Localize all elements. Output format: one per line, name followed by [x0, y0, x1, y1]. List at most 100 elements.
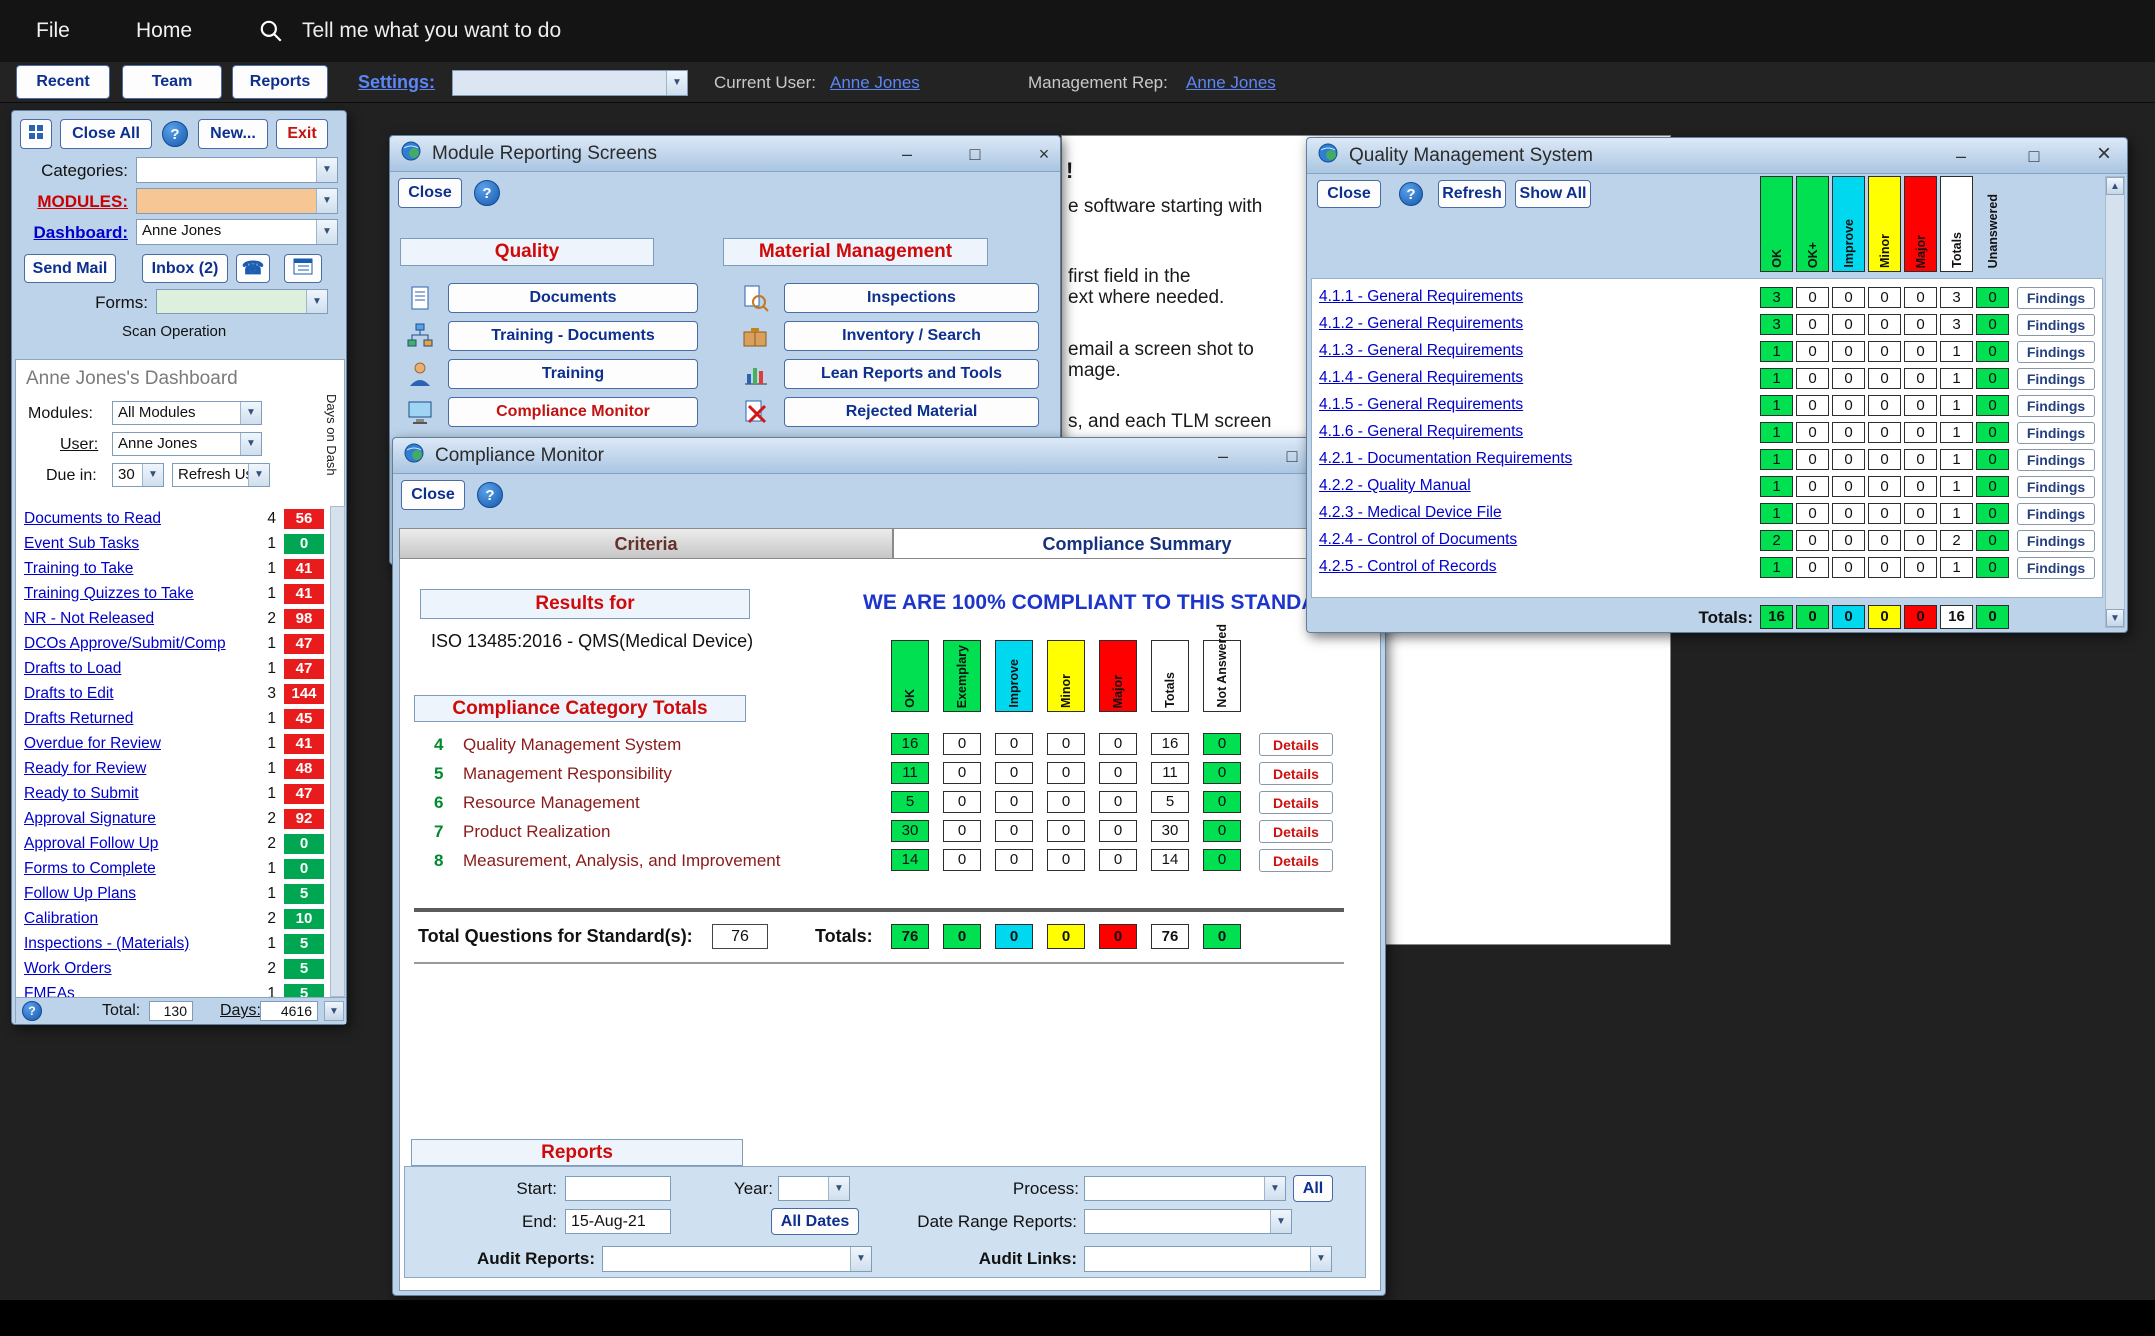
- dashboard-item-link[interactable]: Drafts to Load: [24, 660, 252, 678]
- minimize-icon[interactable]: –: [1946, 144, 1976, 168]
- inventory-search-button[interactable]: Inventory / Search: [784, 321, 1039, 351]
- settings-link[interactable]: Settings:: [358, 62, 435, 103]
- new-button[interactable]: New...: [198, 119, 268, 149]
- findings-button[interactable]: Findings: [2017, 449, 2095, 471]
- chevron-down-icon[interactable]: ▼: [850, 1247, 871, 1271]
- forms-combo[interactable]: ▼: [156, 289, 328, 314]
- chevron-down-icon[interactable]: ▼: [666, 71, 687, 95]
- close-button[interactable]: Close: [398, 178, 462, 208]
- clause-link[interactable]: 4.2.4 - Control of Documents: [1319, 531, 1517, 549]
- modules-combo[interactable]: ▼: [136, 188, 338, 214]
- findings-button[interactable]: Findings: [2017, 530, 2095, 552]
- dashboard-item-link[interactable]: Calibration: [24, 910, 252, 928]
- training-button[interactable]: Training: [448, 359, 698, 389]
- compliance-monitor-icon[interactable]: [404, 397, 436, 427]
- help-icon[interactable]: ?: [1399, 182, 1423, 206]
- search-input[interactable]: Tell me what you want to do: [302, 0, 561, 62]
- training-documents-icon[interactable]: [404, 321, 436, 351]
- home-menu[interactable]: Home: [136, 0, 192, 62]
- send-mail-button[interactable]: Send Mail: [24, 254, 116, 283]
- tab-criteria[interactable]: Criteria: [399, 528, 893, 559]
- chevron-down-icon[interactable]: ▼: [240, 433, 261, 455]
- chevron-down-icon[interactable]: ▼: [248, 464, 269, 486]
- dashboard-item-link[interactable]: Drafts to Edit: [24, 685, 252, 703]
- audit-links-combo[interactable]: ▼: [1084, 1246, 1332, 1272]
- dash-user-combo[interactable]: Anne Jones▼: [112, 432, 262, 456]
- current-user-link[interactable]: Anne Jones: [830, 62, 920, 103]
- recent-button[interactable]: Recent: [16, 65, 110, 99]
- exit-button[interactable]: Exit: [276, 119, 328, 149]
- dashboard-item-link[interactable]: FMEAs: [24, 985, 252, 998]
- days-link[interactable]: Days:: [220, 1002, 261, 1020]
- findings-button[interactable]: Findings: [2017, 395, 2095, 417]
- minimize-icon[interactable]: –: [892, 142, 922, 166]
- help-icon[interactable]: ?: [474, 180, 500, 206]
- chevron-down-icon[interactable]: ▼: [306, 290, 327, 313]
- findings-button[interactable]: Findings: [2017, 557, 2095, 579]
- dashboard-scrollbar[interactable]: [330, 506, 345, 997]
- start-date-input[interactable]: [565, 1176, 671, 1201]
- dashboard-item-link[interactable]: Overdue for Review: [24, 735, 252, 753]
- settings-combo[interactable]: ▼: [452, 70, 688, 96]
- phone-button[interactable]: ☎: [236, 254, 270, 283]
- findings-button[interactable]: Findings: [2017, 422, 2095, 444]
- clause-link[interactable]: 4.1.3 - General Requirements: [1319, 342, 1523, 360]
- scroll-down-icon[interactable]: ▼: [2106, 609, 2124, 627]
- chevron-down-icon[interactable]: ▼: [142, 464, 163, 486]
- refresh-user-combo[interactable]: Refresh Use▼: [172, 463, 270, 487]
- clause-link[interactable]: 4.1.1 - General Requirements: [1319, 288, 1523, 306]
- dashboard-item-link[interactable]: Ready for Review: [24, 760, 252, 778]
- all-dates-button[interactable]: All Dates: [771, 1208, 859, 1235]
- end-date-input[interactable]: 15-Aug-21: [565, 1209, 671, 1234]
- documents-icon[interactable]: [404, 283, 436, 313]
- clause-link[interactable]: 4.1.4 - General Requirements: [1319, 369, 1523, 387]
- details-button[interactable]: Details: [1259, 820, 1333, 843]
- close-button[interactable]: Close: [1317, 180, 1381, 208]
- maximize-icon[interactable]: □: [2019, 144, 2049, 168]
- dashboard-item-link[interactable]: Forms to Complete: [24, 860, 252, 878]
- chevron-down-icon[interactable]: ▼: [1310, 1247, 1331, 1271]
- training-documents-button[interactable]: Training - Documents: [448, 321, 698, 351]
- due-in-combo[interactable]: 30▼: [112, 463, 164, 487]
- help-icon[interactable]: ?: [162, 121, 188, 147]
- dashboard-item-link[interactable]: Training Quizzes to Take: [24, 585, 252, 603]
- help-icon[interactable]: ?: [22, 1001, 42, 1021]
- dashboard-item-link[interactable]: DCOs Approve/Submit/Comp: [24, 635, 252, 653]
- dashboard-item-link[interactable]: Approval Signature: [24, 810, 252, 828]
- findings-button[interactable]: Findings: [2017, 476, 2095, 498]
- rejected-material-icon[interactable]: [739, 397, 771, 427]
- year-combo[interactable]: ▼: [778, 1176, 850, 1201]
- details-button[interactable]: Details: [1259, 791, 1333, 814]
- dash-user-link[interactable]: User:: [60, 436, 98, 454]
- scroll-down-icon[interactable]: ▼: [324, 1001, 344, 1021]
- close-icon[interactable]: ×: [1029, 142, 1059, 166]
- scroll-up-icon[interactable]: ▲: [2106, 177, 2124, 195]
- categories-combo[interactable]: ▼: [136, 157, 338, 183]
- search-icon[interactable]: [258, 18, 284, 49]
- inventory-search-icon[interactable]: [739, 321, 771, 351]
- dashboard-item-link[interactable]: Work Orders: [24, 960, 252, 978]
- dashboard-link[interactable]: Dashboard:: [22, 223, 128, 243]
- findings-button[interactable]: Findings: [2017, 314, 2095, 336]
- dashboard-combo[interactable]: Anne Jones▼: [136, 219, 338, 245]
- clause-link[interactable]: 4.2.1 - Documentation Requirements: [1319, 450, 1572, 468]
- reports-button[interactable]: Reports: [232, 65, 328, 99]
- compliance-monitor-button[interactable]: Compliance Monitor: [448, 397, 698, 427]
- dashboard-item-link[interactable]: Approval Follow Up: [24, 835, 252, 853]
- dashboard-item-link[interactable]: Drafts Returned: [24, 710, 252, 728]
- training-icon[interactable]: [404, 359, 436, 389]
- date-range-combo[interactable]: ▼: [1084, 1209, 1292, 1234]
- details-button[interactable]: Details: [1259, 762, 1333, 785]
- details-button[interactable]: Details: [1259, 849, 1333, 872]
- qms-window-titlebar[interactable]: Quality Management System: [1307, 138, 2127, 174]
- findings-button[interactable]: Findings: [2017, 287, 2095, 309]
- calendar-button[interactable]: [284, 254, 322, 283]
- file-menu[interactable]: File: [36, 0, 70, 62]
- clause-link[interactable]: 4.2.2 - Quality Manual: [1319, 477, 1471, 495]
- clause-link[interactable]: 4.1.2 - General Requirements: [1319, 315, 1523, 333]
- minimize-icon[interactable]: –: [1208, 444, 1238, 468]
- help-icon[interactable]: ?: [477, 482, 503, 508]
- findings-button[interactable]: Findings: [2017, 341, 2095, 363]
- chevron-down-icon[interactable]: ▼: [1264, 1177, 1285, 1200]
- dashboard-item-link[interactable]: Training to Take: [24, 560, 252, 578]
